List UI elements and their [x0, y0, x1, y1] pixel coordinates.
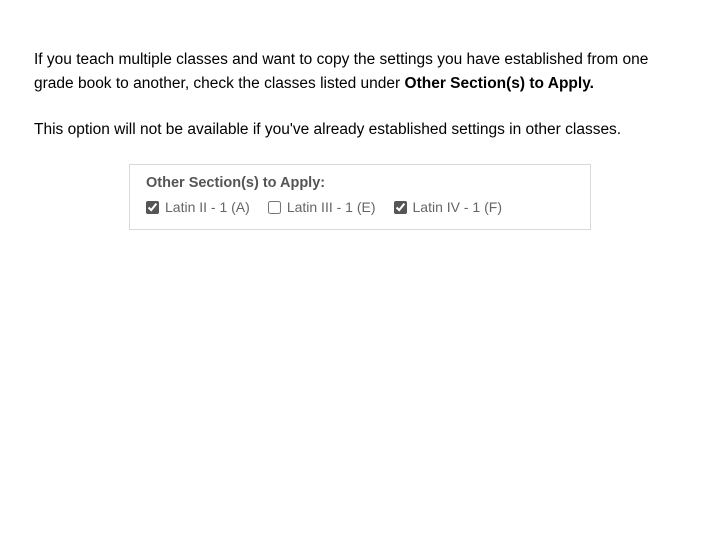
option-label: Latin IV - 1 (F): [413, 199, 502, 215]
panel-container: Other Section(s) to Apply: Latin II - 1 …: [34, 164, 686, 230]
panel-title: Other Section(s) to Apply:: [146, 175, 574, 191]
checkbox-latin-iv[interactable]: [394, 201, 407, 214]
paragraph-2: This option will not be available if you…: [34, 118, 674, 142]
option-latin-ii[interactable]: Latin II - 1 (A): [146, 199, 250, 215]
other-sections-panel: Other Section(s) to Apply: Latin II - 1 …: [129, 164, 591, 230]
option-latin-iii[interactable]: Latin III - 1 (E): [268, 199, 376, 215]
option-label: Latin II - 1 (A): [165, 199, 250, 215]
checkbox-latin-iii[interactable]: [268, 201, 281, 214]
paragraph-1-bold: Other Section(s) to Apply.: [405, 75, 594, 92]
option-label: Latin III - 1 (E): [287, 199, 376, 215]
document-body: If you teach multiple classes and want t…: [0, 0, 720, 230]
paragraph-1: If you teach multiple classes and want t…: [34, 48, 674, 96]
checkbox-latin-ii[interactable]: [146, 201, 159, 214]
options-row: Latin II - 1 (A) Latin III - 1 (E) Latin…: [146, 199, 574, 215]
option-latin-iv[interactable]: Latin IV - 1 (F): [394, 199, 502, 215]
